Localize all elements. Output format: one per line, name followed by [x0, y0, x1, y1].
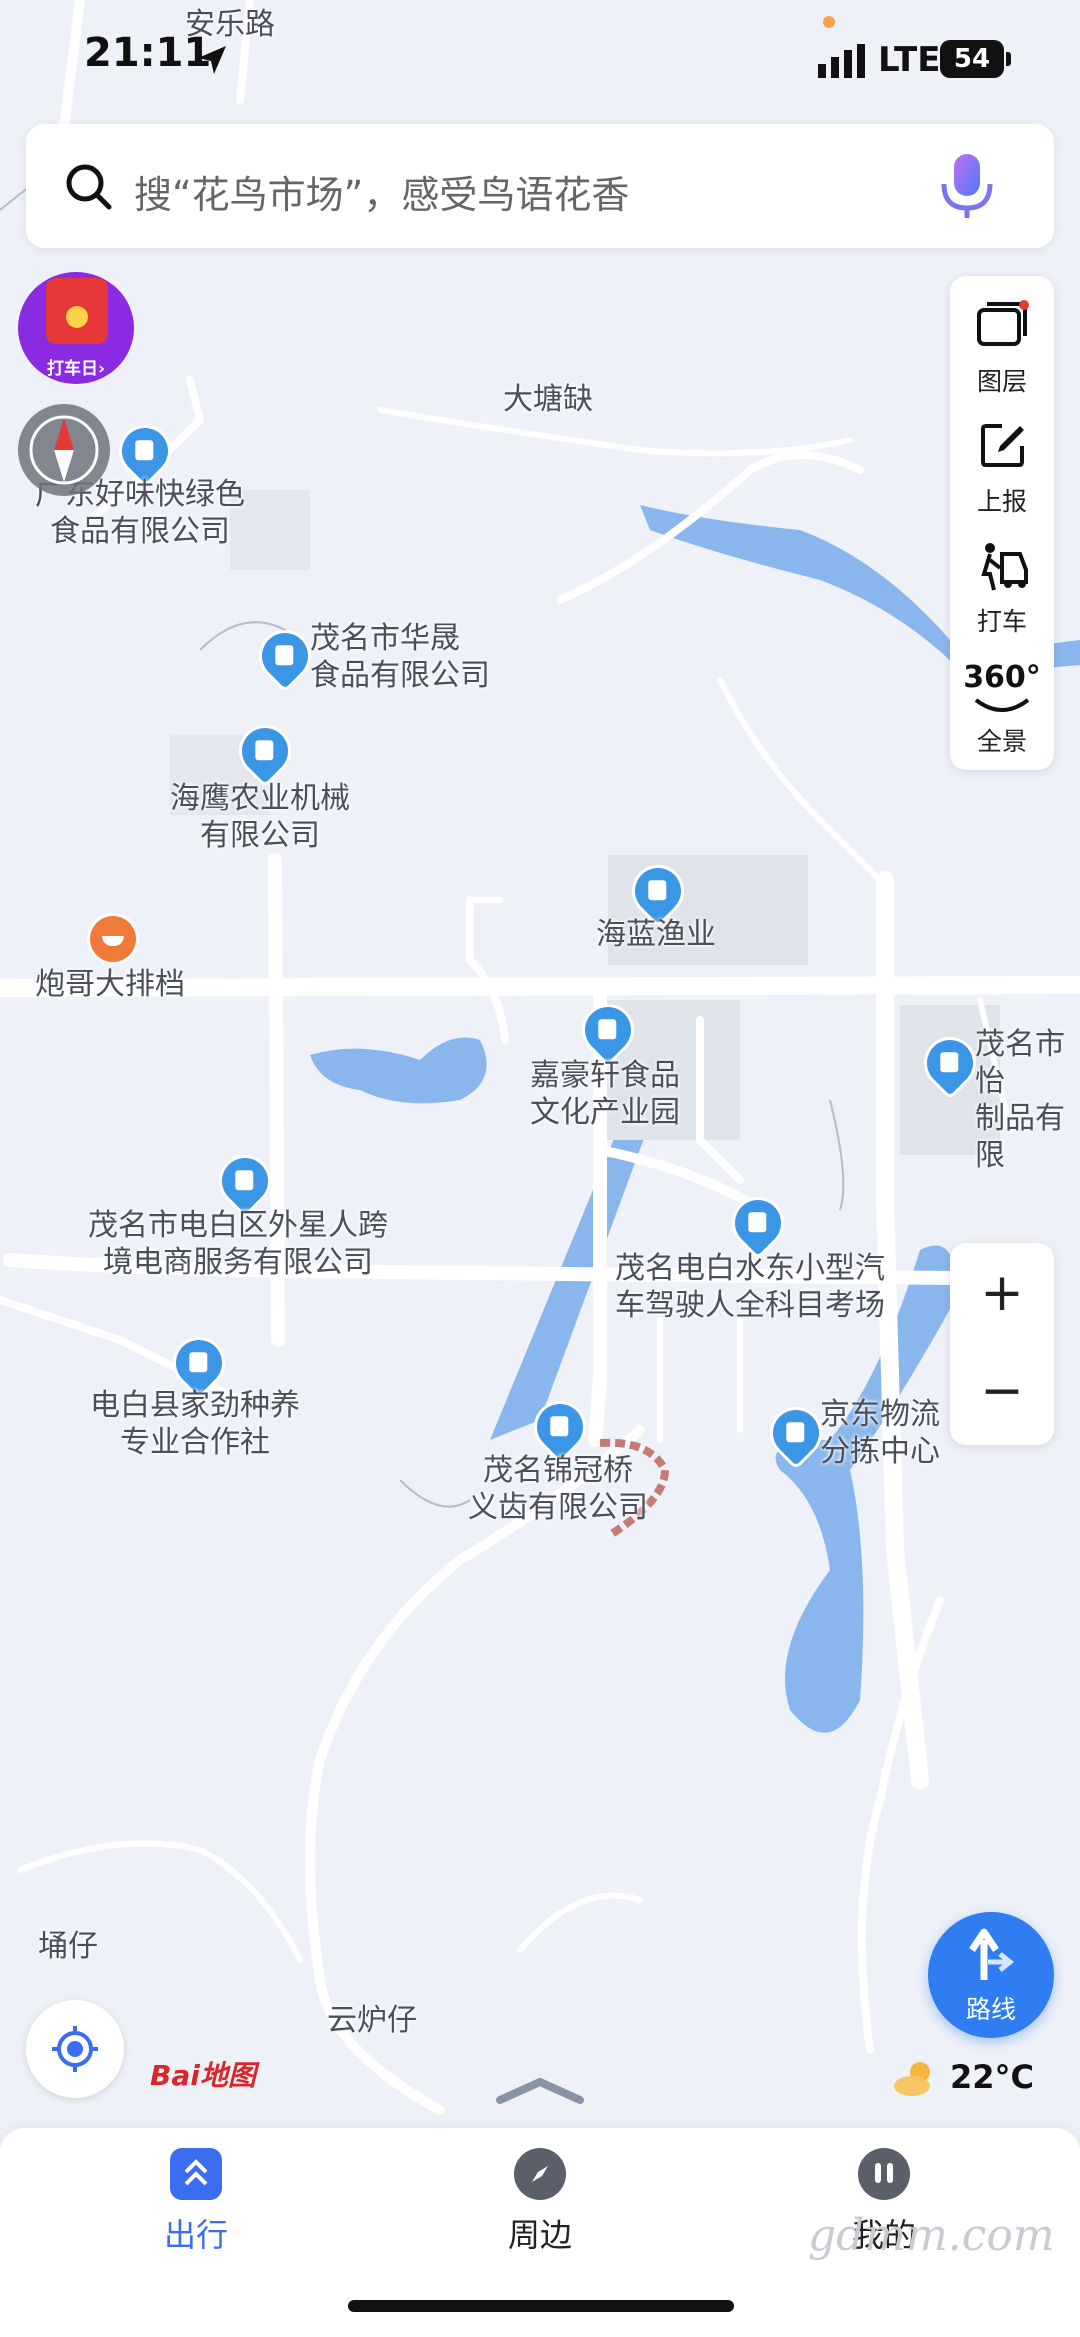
tab-travel-label: 出行 [163, 2216, 228, 2254]
poi-label-jiajin[interactable]: 电白县家劲种养 专业合作社 [90, 1387, 300, 1461]
poi-label-haiying[interactable]: 海鹰农业机械 有限公司 [170, 780, 350, 854]
report-label: 上报 [976, 487, 1027, 516]
taxi-icon [981, 543, 1028, 591]
battery-icon: 54 [940, 40, 1004, 78]
route-button[interactable]: 路线 [928, 1912, 1054, 2038]
map-tools-panel: 图层 上报 打车 360° 全景 [950, 276, 1054, 770]
network-type: LTE [878, 40, 941, 80]
battery-level: 54 [953, 44, 991, 74]
baidu-map-logo: Bai地图 [150, 2054, 290, 2094]
location-arrow-icon [198, 46, 226, 74]
route-arrow-icon [969, 1928, 1015, 1980]
watermark: gdmm.com [808, 2210, 1055, 2261]
report-button[interactable]: 上报 [950, 406, 1054, 526]
zoom-in-button[interactable]: + [950, 1263, 1054, 1323]
microphone-icon[interactable] [930, 150, 1004, 224]
compass-button[interactable] [18, 404, 110, 496]
compass-icon [29, 415, 99, 485]
compass-nav-icon [514, 2148, 566, 2200]
promo-label: 打车日› [46, 359, 105, 379]
map-canvas[interactable] [0, 0, 1080, 2337]
poi-label-jinguanqiao[interactable]: 茂名锦冠桥 义齿有限公司 [468, 1452, 648, 1526]
search-bar[interactable]: 搜“花鸟市场”，感受鸟语花香 [26, 124, 1054, 248]
status-time: 21:11 [84, 30, 212, 76]
place-label-datangque[interactable]: 大塘缺 [503, 381, 593, 418]
travel-icon [170, 2148, 222, 2200]
panorama-label: 全景 [976, 727, 1027, 756]
place-label-yongzai[interactable]: 埇仔 [38, 1928, 98, 1965]
layers-icon [977, 300, 1029, 346]
taxi-label: 打车 [976, 607, 1027, 636]
poi-label-waixingren[interactable]: 茂名市电白区外星人跨 境电商服务有限公司 [88, 1207, 388, 1281]
search-icon [66, 164, 112, 210]
logo-text: Bai地图 [150, 2059, 256, 2092]
tab-travel[interactable]: 出行 [96, 2148, 296, 2256]
poi-label-jingdong[interactable]: 京东物流 分拣中心 [820, 1396, 940, 1470]
bottom-tab-bar: 出行 周边 我的 gdmm.com [0, 2128, 1080, 2337]
place-label-yunluzai[interactable]: 云炉仔 [327, 2002, 417, 2039]
cloud-sun-icon [894, 2062, 930, 2096]
locate-icon [52, 2026, 98, 2072]
poi-label-jiahaoxuan[interactable]: 嘉豪轩食品 文化产业园 [530, 1057, 680, 1131]
layers-button[interactable]: 图层 [950, 286, 1054, 406]
report-icon [981, 424, 1024, 467]
home-indicator [348, 2300, 734, 2312]
panorama-360-icon: 360° [963, 660, 1041, 695]
layers-label: 图层 [976, 367, 1027, 396]
taxi-button[interactable]: 打车 [950, 526, 1054, 646]
panorama-button[interactable]: 360° 全景 [950, 646, 1054, 766]
restaurant-icon[interactable] [90, 916, 136, 962]
poi-label-shuidong[interactable]: 茂名电白水东小型汽 车驾驶人全科目考场 [615, 1250, 885, 1324]
poi-label-paoge[interactable]: 炮哥大排档 [35, 966, 185, 1003]
search-placeholder[interactable]: 搜“花鸟市场”，感受鸟语花香 [134, 164, 629, 219]
profile-icon [858, 2148, 910, 2200]
zoom-out-button[interactable]: − [950, 1361, 1054, 1421]
tab-nearby[interactable]: 周边 [440, 2148, 640, 2256]
weather-temp: 22°C [950, 2058, 1035, 2096]
tab-nearby-label: 周边 [507, 2216, 572, 2254]
promo-badge[interactable]: 打车日› [18, 272, 134, 384]
poi-label-maoming-right[interactable]: 茂名市怡 制品有限 [975, 1026, 1080, 1174]
poi-label-huasheng[interactable]: 茂名市华晟 食品有限公司 [310, 620, 490, 694]
poi-label-hailan[interactable]: 海蓝渔业 [596, 916, 716, 953]
locate-button[interactable] [26, 2000, 124, 2098]
signal-icon [818, 44, 866, 78]
zoom-control: + − [950, 1243, 1054, 1445]
route-label: 路线 [965, 1995, 1016, 2024]
